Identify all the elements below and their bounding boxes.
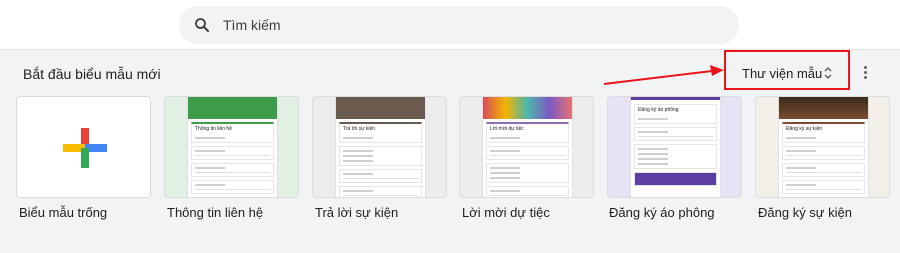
- template-label-blank: Biểu mẫu trống: [19, 205, 108, 220]
- top-bar: [0, 0, 900, 50]
- template-preview: Đăng ký sự kiện: [778, 97, 869, 197]
- preview-title: Đăng ký áo phông: [638, 107, 679, 113]
- template-label-event: Đăng ký sự kiện: [758, 205, 852, 220]
- red-arrow-annotation: [603, 65, 724, 85]
- template-preview: Đăng ký áo phông: [630, 97, 721, 197]
- template-label-rsvp: Trả lời sự kiện: [315, 205, 399, 220]
- template-preview: Lời mời dự tiệc: [482, 97, 573, 197]
- search-bar[interactable]: [179, 6, 739, 44]
- template-label-tshirt: Đăng ký áo phông: [609, 205, 715, 220]
- template-preview: Trả lời sự kiện: [335, 97, 426, 197]
- preview-title: Đăng ký sự kiện: [786, 126, 823, 132]
- template-preview: Thông tin liên hệ: [187, 97, 278, 197]
- template-gallery-button[interactable]: Thư viện mẫu: [724, 50, 850, 90]
- search-input[interactable]: [223, 14, 703, 36]
- template-card-party[interactable]: Lời mời dự tiệc: [459, 96, 594, 198]
- section-title: Bắt đầu biểu mẫu mới: [23, 66, 161, 82]
- template-card-contact[interactable]: Thông tin liên hệ: [164, 96, 299, 198]
- template-label-party: Lời mời dự tiệc: [462, 205, 550, 220]
- template-label-contact: Thông tin liên hệ: [167, 205, 264, 220]
- unfold-icon: [824, 66, 832, 80]
- template-card-tshirt[interactable]: Đăng ký áo phông: [607, 96, 742, 198]
- more-options-icon[interactable]: [856, 64, 874, 84]
- template-card-rsvp[interactable]: Trả lời sự kiện: [312, 96, 447, 198]
- preview-title: Thông tin liên hệ: [195, 126, 232, 132]
- search-icon: [195, 18, 209, 32]
- preview-title: Trả lời sự kiện: [343, 126, 376, 132]
- template-gallery-label: Thư viện mẫu: [742, 66, 823, 81]
- plus-icon: [63, 128, 107, 168]
- preview-title: Lời mời dự tiệc: [490, 126, 524, 132]
- template-card-event[interactable]: Đăng ký sự kiện: [755, 96, 890, 198]
- template-card-blank[interactable]: [16, 96, 151, 198]
